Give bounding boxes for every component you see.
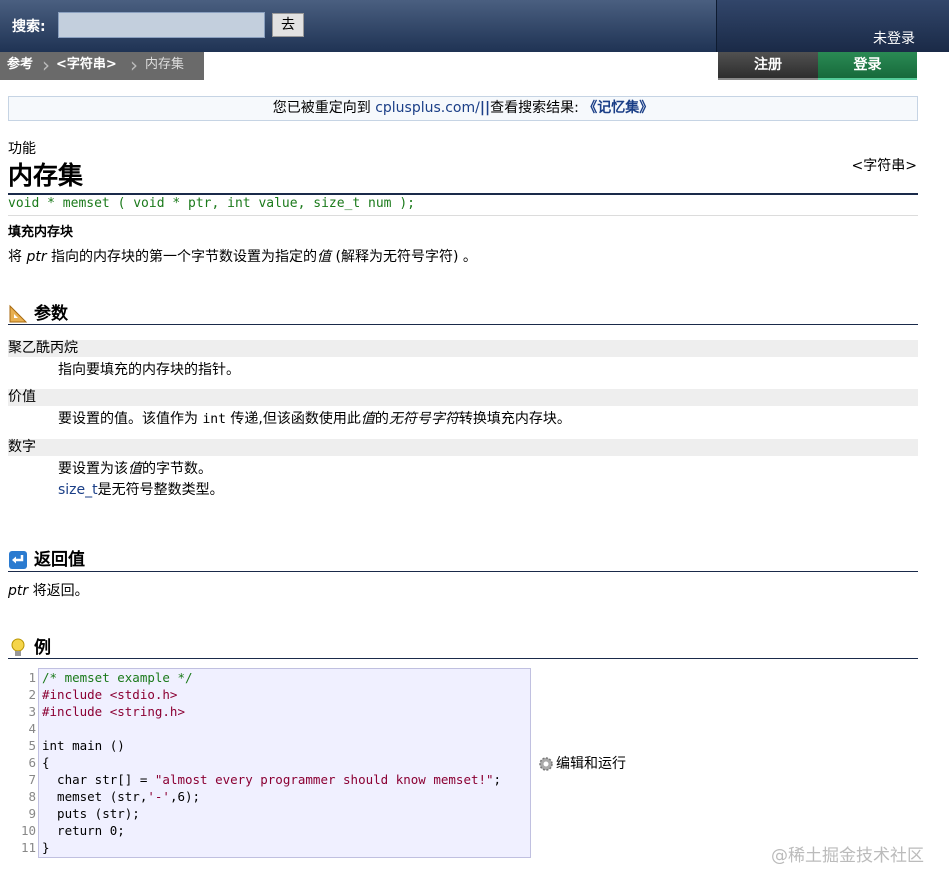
redirect-prefix: 您已被重定向到	[272, 100, 371, 116]
desc-text: 的	[374, 411, 389, 427]
redirect-notice: 您已被重定向到 cplusplus.com/||查看搜索结果: 《记忆集》	[8, 96, 918, 121]
code-line: {	[42, 755, 50, 770]
function-brief: 填充内存块	[8, 225, 74, 240]
code-line: }	[42, 840, 50, 855]
line-number: 9	[28, 806, 36, 821]
code-line: memset (str,'-',6);	[42, 789, 201, 804]
crumb-reference[interactable]: 参考	[7, 52, 33, 80]
code-line: int main ()	[42, 738, 125, 753]
example-heading: 例	[8, 633, 51, 658]
param-name-value: 价值	[8, 389, 918, 406]
return-heading: 返回值	[8, 545, 85, 570]
line-number: 1	[28, 670, 36, 685]
edit-and-run-link[interactable]: 编辑和运行	[538, 753, 626, 773]
top-bar: 搜索: 去 未登录	[0, 0, 949, 52]
desc-value: 值	[360, 411, 375, 427]
line-number: 4	[28, 721, 36, 736]
code-line: #include <string.h>	[42, 704, 185, 719]
search-input[interactable]	[58, 12, 265, 38]
gear-icon	[539, 757, 553, 771]
desc-int: int	[202, 412, 226, 427]
desc-value: 值	[317, 249, 332, 265]
desc-text: 是无符号整数类型。	[97, 482, 224, 498]
param-name-ptr: 聚乙酰丙烷	[8, 340, 918, 357]
line-number: 7	[28, 772, 36, 787]
search-label: 搜索:	[12, 19, 46, 35]
function-prototype: void * memset ( void * ptr, int value, s…	[8, 196, 415, 211]
code-line: return 0;	[42, 823, 125, 838]
line-number: 2	[28, 687, 36, 702]
return-ptr: ptr	[8, 583, 29, 599]
return-text: 将返回。	[32, 583, 89, 599]
code-line: /* memset example */	[42, 670, 193, 685]
return-arrow-icon	[9, 551, 27, 569]
crumb-separator: ›	[42, 53, 50, 77]
lightbulb-icon	[11, 638, 25, 656]
user-status: 未登录	[873, 31, 915, 47]
param-desc-ptr: 指向要填充的内存块的指针。	[58, 362, 240, 378]
line-number: 5	[28, 738, 36, 753]
crumb-separator: ›	[130, 53, 138, 77]
example-heading-text: 例	[34, 638, 51, 658]
edit-and-run-label: 编辑和运行	[556, 756, 626, 772]
code-line: #include <stdio.h>	[42, 687, 178, 702]
function-description: 将 ptr 指向的内存块的第一个字节数设置为指定的值 (解释为无符号字符) 。	[8, 246, 477, 266]
desc-text: 要设置的值。该值作为	[58, 411, 198, 427]
line-number: 3	[28, 704, 36, 719]
desc-text: 指向的内存块的第一个字节数设置为指定的	[51, 249, 318, 265]
desc-value: 值	[128, 461, 142, 477]
param-desc-num-type: size_t是无符号整数类型。	[58, 479, 224, 499]
return-description: ptr 将返回。	[8, 580, 89, 600]
desc-text: (解释为无符号字符) 。	[335, 249, 477, 265]
prototype-divider	[8, 215, 918, 216]
register-button[interactable]: 注册	[718, 52, 818, 80]
return-divider	[8, 571, 918, 572]
desc-text: 的字节数。	[142, 461, 212, 477]
breadcrumb: 参考 › <字符串> › 内存集	[0, 52, 204, 80]
parameters-heading: 参数	[8, 299, 68, 324]
page-title: 内存集	[8, 161, 84, 190]
desc-text: 转换填充内存块。	[458, 411, 571, 427]
param-desc-value: 要设置的值。该值作为 int 传递,但该函数使用此值的无符号字符转换填充内存块。	[58, 408, 571, 428]
desc-ptr: ptr	[26, 249, 47, 265]
parameters-heading-text: 参数	[34, 304, 68, 324]
user-box: 未登录	[716, 0, 949, 52]
crumb-string[interactable]: <字符串>	[56, 52, 117, 80]
login-button[interactable]: 登录	[818, 52, 917, 80]
line-number: 11	[20, 840, 36, 855]
line-number: 6	[28, 755, 36, 770]
line-number: 8	[28, 789, 36, 804]
search-result-link[interactable]: 《记忆集》	[583, 100, 653, 116]
desc-text: 传递,但该函数使用此	[230, 411, 361, 427]
redirect-middle: 查看搜索结果:	[490, 100, 579, 116]
go-button[interactable]: 去	[272, 13, 304, 37]
desc-text: 将	[8, 249, 22, 265]
watermark: @稀土掘金技术社区	[771, 846, 924, 866]
crumb-memset: 内存集	[145, 57, 185, 72]
title-divider	[8, 193, 918, 195]
size-t-link[interactable]: size_t	[58, 482, 98, 498]
code-line: puts (str);	[42, 806, 140, 821]
code-line: char str[] = "almost every programmer sh…	[42, 772, 502, 787]
header-tag: <字符串>	[851, 158, 917, 174]
string-literal: "almost every programmer should know mem…	[154, 772, 494, 787]
entity-kind: 功能	[8, 141, 36, 157]
redirect-bars: ||	[479, 100, 491, 116]
redirect-site-link[interactable]: cplusplus.com/	[375, 100, 480, 116]
desc-unsigned-char: 无符号字符	[388, 411, 459, 427]
char-literal: '-'	[147, 789, 170, 804]
ruler-icon	[9, 304, 28, 323]
param-name-num: 数字	[8, 439, 918, 456]
line-number: 10	[20, 823, 36, 838]
param-desc-num: 要设置为该值的字节数。	[58, 458, 212, 478]
code-lines: /* memset example */ #include <stdio.h> …	[42, 669, 501, 856]
return-heading-text: 返回值	[34, 550, 85, 570]
parameters-divider	[8, 324, 918, 325]
desc-text: 要设置为该	[58, 461, 128, 477]
example-divider	[8, 658, 918, 659]
line-numbers: 1 2 3 4 5 6 7 8 9 10 11	[8, 669, 36, 856]
